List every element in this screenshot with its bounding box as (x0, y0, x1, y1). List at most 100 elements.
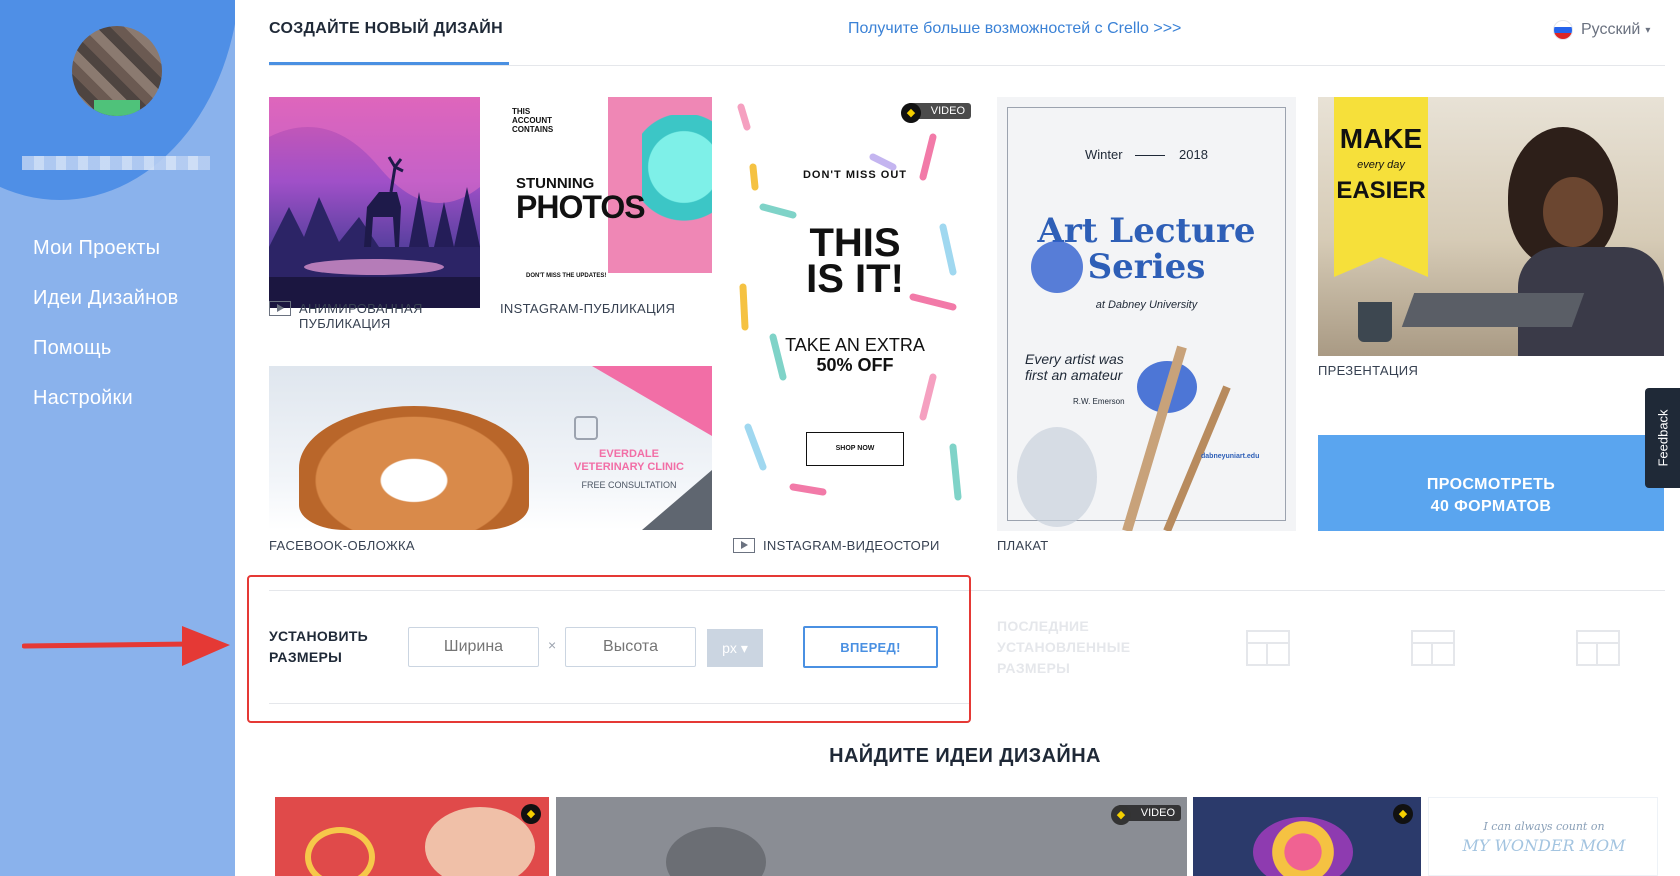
feedback-tab[interactable]: Feedback (1645, 388, 1680, 488)
clinic-logo-icon (574, 416, 598, 440)
recent-size-slot-icon[interactable] (1576, 630, 1620, 666)
custom-size-label-2: РАЗМЕРЫ (269, 649, 343, 665)
template-caption-animated: АНИМИРОВАННАЯ ПУБЛИКАЦИЯ (269, 301, 423, 331)
ornament (305, 827, 375, 876)
sign-easier: EASIER (1336, 177, 1426, 204)
chevron-down-icon: ▾ (1645, 24, 1651, 36)
design-ideas-title: НАЙДИТЕ ИДЕИ ДИЗАЙНА (829, 745, 1101, 767)
template-caption-presentation: ПРЕЗЕНТАЦИЯ (1318, 363, 1419, 378)
template-caption-instagram: INSTAGRAM-ПУБЛИКАЦИЯ (500, 301, 676, 316)
custom-size-label-1: УСТАНОВИТЬ (269, 628, 369, 644)
avatar[interactable] (72, 26, 162, 116)
story-offer-1: TAKE AN EXTRA (785, 335, 925, 355)
video-badge-label: VIDEO (1140, 807, 1175, 819)
template-poster[interactable]: Winter 2018 Art Lecture Series at Dabney … (997, 97, 1296, 531)
sidebar-item-help[interactable]: Помощь (33, 336, 178, 386)
height-input[interactable] (565, 627, 696, 667)
idea-card[interactable]: I can always count on MY WONDER MOM (1428, 797, 1658, 876)
view-formats-line-1: ПРОСМОТРЕТЬ (1426, 476, 1556, 493)
view-all-formats-button[interactable]: ПРОСМОТРЕТЬ 40 ФОРМАТОВ (1318, 435, 1664, 531)
idea-card[interactable]: ◆ (275, 797, 549, 876)
sidebar-nav: Мои Проекты Идеи Дизайнов Помощь Настрой… (33, 236, 178, 436)
recent-label-2: УСТАНОВЛЕННЫЕ (997, 639, 1131, 655)
model-photo (642, 115, 712, 245)
laptop (1401, 293, 1585, 327)
language-selector[interactable]: Русский ▾ (1553, 20, 1650, 40)
clinic-consult: FREE CONSULTATION (581, 480, 677, 490)
dog-photo (299, 406, 529, 530)
premium-gem-icon: ◆ (521, 804, 541, 824)
width-input[interactable] (408, 627, 539, 667)
premium-gem-icon: ◆ (1111, 805, 1131, 825)
feedback-label: Feedback (1655, 409, 1670, 467)
mom-card-line-2: MY WONDER MOM (1462, 836, 1626, 855)
recent-label-1: ПОСЛЕДНИЕ (997, 618, 1090, 634)
woman-face (1543, 177, 1603, 247)
template-facebook-cover[interactable]: EVERDALE VETERINARY CLINIC FREE CONSULTAT… (269, 366, 712, 530)
russia-flag-icon (1553, 20, 1573, 40)
sign-make: MAKE (1339, 123, 1423, 154)
header-divider (269, 65, 1665, 66)
template-instagram-post[interactable]: THIS ACCOUNT CONTAINS STUNNING PHOTOS DO… (500, 97, 712, 308)
mug (1358, 302, 1392, 342)
paintbrush-illustration (1017, 241, 1231, 531)
clinic-name-1: EVERDALE (599, 448, 659, 460)
caption-line-2: ПУБЛИКАЦИЯ (299, 316, 391, 331)
recent-size-slot-icon[interactable] (1246, 630, 1290, 666)
story-offer: TAKE AN EXTRA 50% OFF (733, 335, 977, 375)
story-dont-miss: DON'T MISS OUT (802, 169, 907, 181)
language-label: Русский (1581, 21, 1641, 38)
story-headline-2: IS IT! (806, 257, 904, 301)
premium-gem-icon: ◆ (901, 103, 921, 123)
tab-create-design[interactable]: СОЗДАЙТЕ НОВЫЙ ДИЗАЙН (269, 20, 503, 38)
poster-site: dabneyuniart.edu (1201, 453, 1260, 460)
crello-create-page: Мои Проекты Идеи Дизайнов Помощь Настрой… (0, 0, 1680, 876)
sign-every-day: every day (1357, 159, 1405, 171)
idea-card[interactable]: ◆ (1193, 797, 1421, 876)
times-sign: × (548, 637, 557, 653)
footer-text: DON'T MISS THE UPDATES! (526, 273, 607, 279)
template-caption-story: INSTAGRAM-ВИДЕОСТОРИ (733, 538, 940, 553)
idea-card[interactable]: VIDEO ◆ (556, 797, 1187, 876)
story-shop-button: SHOP NOW (806, 432, 904, 466)
recent-sizes-label: ПОСЛЕДНИЕ УСТАНОВЛЕННЫЕ РАЗМЕРЫ (997, 616, 1130, 679)
pink-triangle (592, 366, 712, 436)
template-presentation[interactable]: MAKE every day EASIER (1318, 97, 1664, 356)
story-caption-text: INSTAGRAM-ВИДЕОСТОРИ (763, 538, 940, 553)
sidebar-item-settings[interactable]: Настройки (33, 386, 178, 436)
template-caption-poster: ПЛАКАТ (997, 538, 1049, 553)
template-caption-facebook: FACEBOOK-ОБЛОЖКА (269, 538, 415, 553)
video-play-icon (733, 538, 755, 553)
gray-triangle (642, 470, 712, 530)
custom-size-label: УСТАНОВИТЬ РАЗМЕРЫ (269, 626, 368, 668)
sidebar-item-my-projects[interactable]: Мои Проекты (33, 236, 178, 286)
annotation-arrow (22, 626, 230, 666)
clinic-name: EVERDALE VETERINARY CLINIC (559, 448, 699, 474)
sidebar-item-design-ideas[interactable]: Идеи Дизайнов (33, 286, 178, 336)
caption-line-1: АНИМИРОВАННАЯ (299, 301, 423, 316)
upgrade-link[interactable]: Получите больше возможностей с Crello >>… (848, 20, 1181, 38)
small-text: THIS ACCOUNT CONTAINS (512, 107, 554, 134)
floral-art (1253, 817, 1353, 876)
animated-caption-text: АНИМИРОВАННАЯ ПУБЛИКАЦИЯ (299, 301, 423, 331)
photos-text: PHOTOS (516, 189, 646, 225)
template-animated-post[interactable] (269, 97, 480, 308)
yellow-sign-tail (1334, 257, 1428, 277)
silhouette (666, 827, 766, 876)
video-badge-label: VIDEO (930, 105, 965, 117)
story-headline: THIS IS IT! (733, 223, 977, 299)
aurora-deer-illustration (269, 97, 480, 308)
mom-card-line-1: I can always count on (1483, 820, 1605, 833)
family-photo (425, 807, 535, 876)
clinic-name-2: VETERINARY CLINIC (573, 461, 684, 473)
recent-label-3: РАЗМЕРЫ (997, 660, 1071, 676)
premium-gem-icon: ◆ (1393, 804, 1413, 824)
view-formats-line-2: 40 ФОРМАТОВ (1430, 498, 1552, 515)
video-play-icon (269, 301, 291, 316)
recent-size-slot-icon[interactable] (1411, 630, 1455, 666)
go-button[interactable]: ВПЕРЕД! (803, 626, 938, 668)
username-pixelated (22, 156, 210, 170)
template-instagram-story[interactable]: VIDEO ◆ DON'T MISS OUT THIS IS IT! TAKE A… (733, 97, 977, 531)
unit-select[interactable]: px ▾ (707, 629, 763, 667)
story-offer-2: 50% OFF (816, 355, 894, 375)
